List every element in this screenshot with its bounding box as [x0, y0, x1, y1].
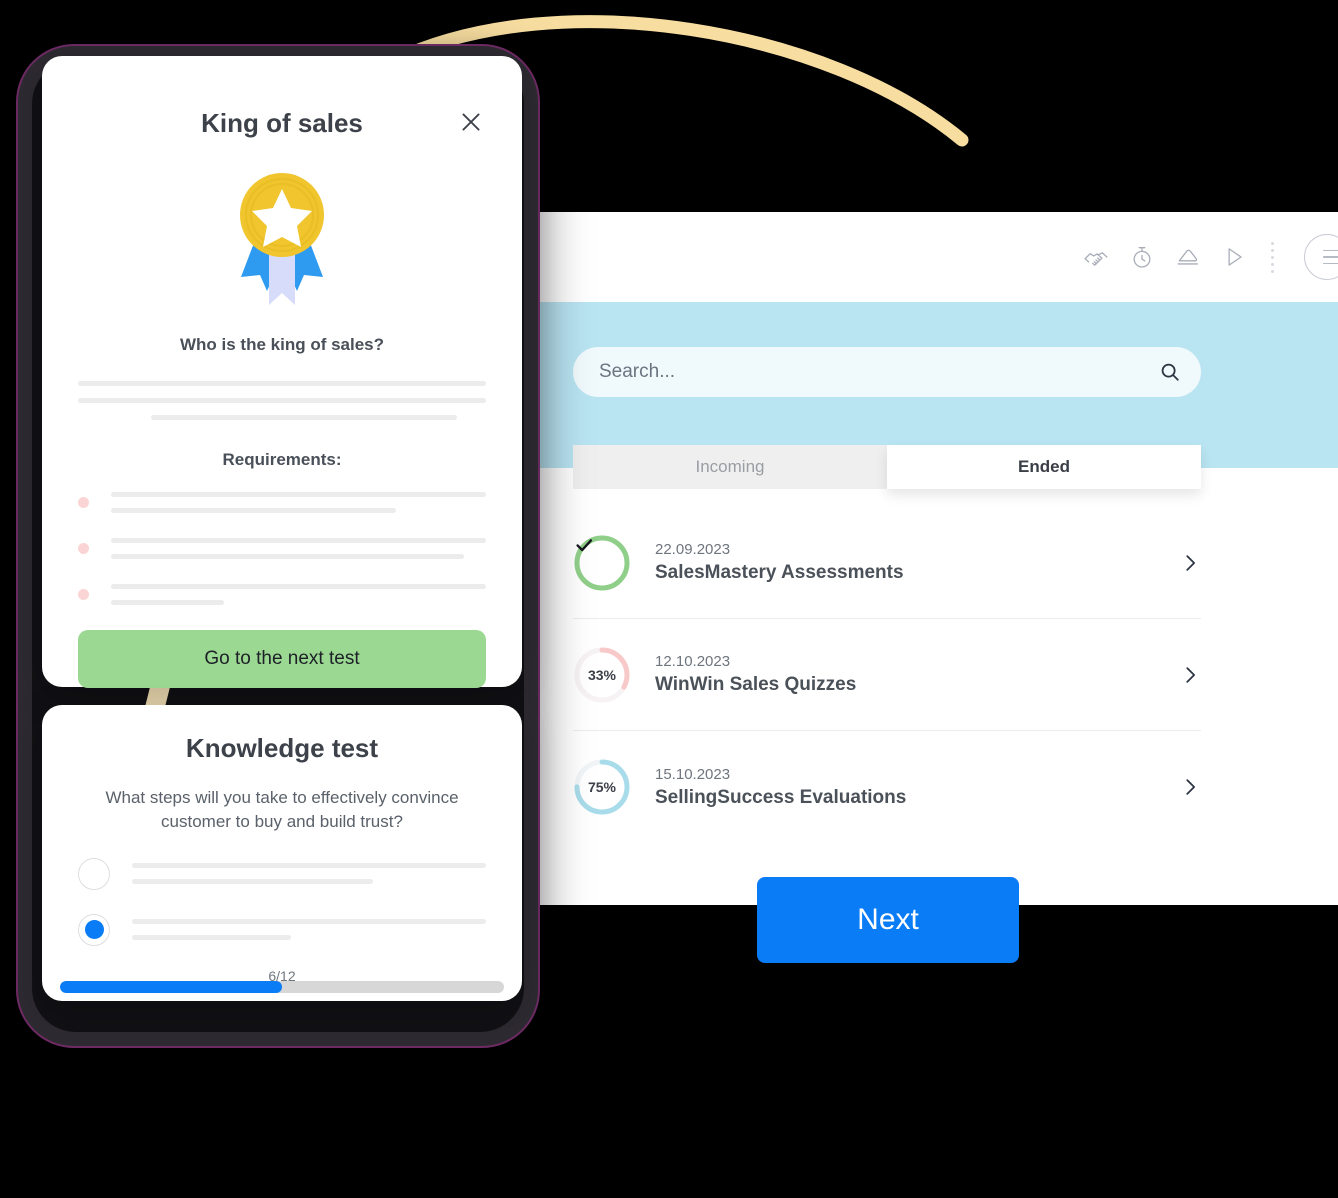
radio-button-unselected[interactable]: [78, 857, 110, 890]
list-item-text: 22.09.2023 SalesMastery Assessments: [655, 541, 1179, 584]
close-icon[interactable]: [458, 106, 490, 138]
list-item-date: 15.10.2023: [655, 765, 731, 783]
requirements-label: Requirements:: [222, 450, 342, 469]
knowledge-test-body: Knowledge test What steps will you take …: [42, 705, 522, 984]
list-item-date: 12.10.2023: [655, 653, 731, 670]
progress-label: 33%: [587, 666, 617, 683]
list-item[interactable]: 33% 12.10.2023 WinWin Sales Quizzes: [573, 619, 1201, 731]
list-item-text: 12.10.2023 WinWin Sales Quizzes: [655, 653, 1179, 696]
list-item-title: SalesMastery Assessments: [655, 562, 904, 583]
card-title: Knowledge test: [185, 733, 379, 763]
tab-incoming[interactable]: Incoming: [573, 445, 887, 489]
screenshot-root: Incoming Ended 22.09.2023: [0, 0, 1338, 1198]
list-item[interactable]: 75% 15.10.2023 SellingSuccess Evaluation…: [573, 731, 1201, 843]
card-title: King of sales: [201, 108, 363, 138]
answer-placeholder-lines: [78, 381, 486, 420]
requirement-item: [78, 492, 486, 513]
list-item-title: WinWin Sales Quizzes: [655, 674, 857, 695]
tab-ended[interactable]: Ended: [887, 445, 1201, 489]
requirement-item: [78, 538, 486, 559]
play-icon[interactable]: [1221, 244, 1247, 270]
stopwatch-icon[interactable]: [1129, 244, 1155, 270]
desktop-panel: Incoming Ended 22.09.2023: [518, 212, 1338, 905]
knowledge-test-card: Knowledge test What steps will you take …: [42, 705, 522, 1001]
list-item-date: 22.09.2023: [655, 541, 731, 558]
chevron-right-icon[interactable]: [1179, 664, 1201, 686]
card-header: King of sales: [78, 108, 486, 139]
handshake-icon[interactable]: [1083, 244, 1109, 270]
requirement-lines: [111, 584, 486, 605]
search-icon[interactable]: [1159, 361, 1181, 383]
award-medal-icon: [240, 173, 324, 305]
card-question: What steps will you take to effectively …: [105, 788, 459, 831]
progress-label: 75%: [587, 779, 617, 795]
toolbar-icon-group: [1083, 234, 1338, 280]
answer-option[interactable]: [78, 913, 486, 946]
status-ring-complete: [573, 534, 631, 592]
requirement-lines: [111, 492, 486, 513]
list-item-title: SellingSuccess Evaluations: [655, 786, 907, 808]
bullet-dot: [78, 543, 89, 554]
king-of-sales-card: King of sales Who is the king of sales? …: [42, 56, 522, 688]
search-bar[interactable]: [573, 347, 1201, 397]
progress-bar-fill: [60, 981, 282, 993]
list-item-text: 15.10.2023 SellingSuccess Evaluations: [655, 766, 1179, 809]
status-ring-33: 33%: [573, 646, 631, 704]
status-ring-75: 75%: [573, 758, 631, 816]
tab-bar: Incoming Ended: [573, 445, 1201, 489]
search-input[interactable]: [599, 361, 1159, 383]
progress-bar: [60, 981, 504, 993]
bullet-dot: [78, 589, 89, 600]
answer-placeholder-lines: [132, 863, 486, 885]
go-to-next-test-button[interactable]: Go to the next test: [78, 630, 486, 688]
check-icon: [573, 534, 631, 592]
answer-placeholder-lines: [132, 919, 486, 941]
requirement-item: [78, 584, 486, 605]
panel-toolbar: [518, 212, 1338, 302]
next-button[interactable]: Next: [757, 877, 1019, 963]
chevron-right-icon[interactable]: [1179, 552, 1201, 574]
list-item[interactable]: 22.09.2023 SalesMastery Assessments: [573, 507, 1201, 619]
circle-menu-icon[interactable]: [1304, 234, 1338, 280]
requirements-list: [78, 492, 486, 605]
assessment-list: 22.09.2023 SalesMastery Assessments 33%: [573, 507, 1201, 843]
vertical-dots-divider: [1271, 241, 1274, 273]
radio-button-selected[interactable]: [78, 913, 110, 946]
eraser-icon[interactable]: [1175, 244, 1201, 270]
answer-option[interactable]: [78, 857, 486, 890]
chevron-right-icon[interactable]: [1179, 776, 1201, 798]
card-question: Who is the king of sales?: [179, 335, 385, 354]
bullet-dot: [78, 497, 89, 508]
requirement-lines: [111, 538, 486, 559]
